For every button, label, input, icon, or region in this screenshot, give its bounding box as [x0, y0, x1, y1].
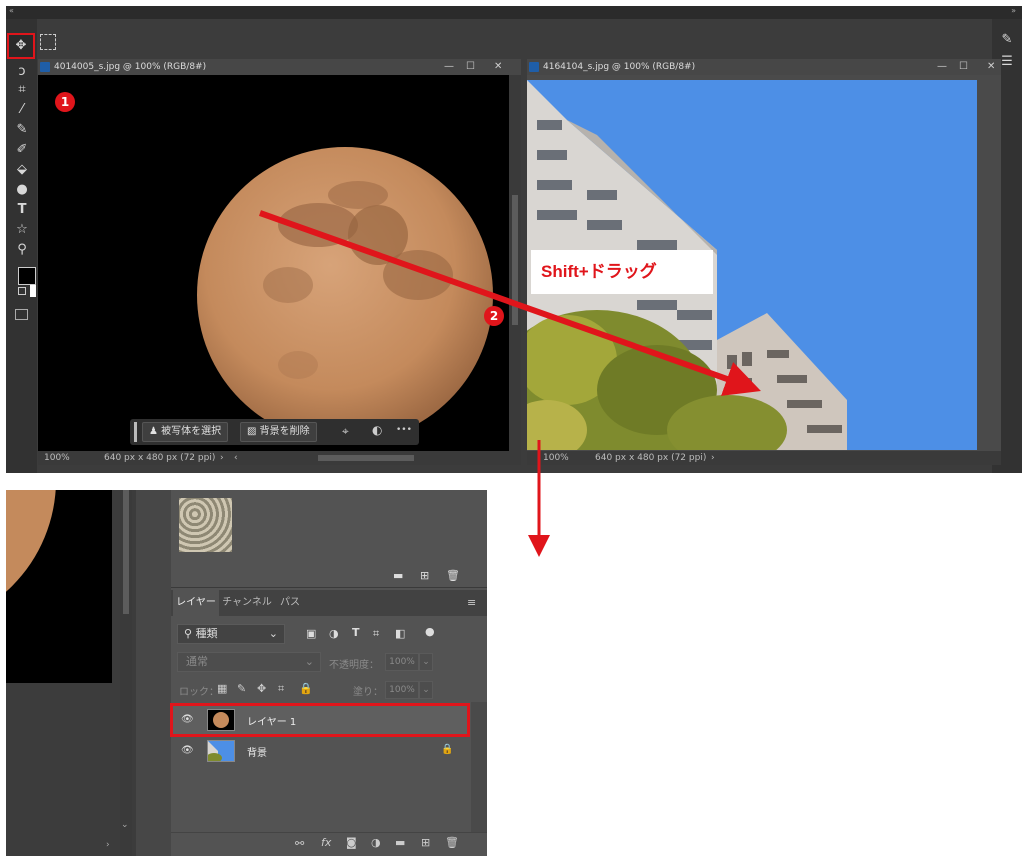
tab-channels[interactable]: チャンネル	[221, 590, 273, 616]
lock-position-icon[interactable]: ✥	[257, 682, 266, 695]
lock-transparent-icon[interactable]: ▦	[217, 682, 227, 695]
fill-input[interactable]: 100%	[385, 681, 419, 699]
filter-kind-dropdown[interactable]: ⚲ 種類 ⌄	[177, 624, 285, 644]
add-mask-icon[interactable]: ◙	[346, 836, 357, 849]
pattern-swatch[interactable]	[179, 498, 232, 552]
delete-layer-icon[interactable]: 🗑	[445, 836, 459, 849]
scroll-right-icon[interactable]: ›	[106, 840, 110, 850]
visibility-eye-icon[interactable]: 👁	[181, 745, 194, 757]
blend-mode-dropdown[interactable]: 通常 ⌄	[177, 652, 321, 672]
search-icon: ⚲	[184, 627, 196, 640]
layer-row-layer1[interactable]: 👁 レイヤー 1	[170, 703, 470, 737]
visibility-eye-icon[interactable]: 👁	[181, 714, 194, 726]
new-layer-icon[interactable]: ⊞	[421, 836, 430, 849]
background-thumbnail	[206, 740, 235, 763]
link-layers-icon[interactable]: ⚯	[295, 837, 304, 850]
new-pattern-icon[interactable]: ⊞	[420, 569, 429, 582]
tab-layers[interactable]: レイヤー	[173, 590, 219, 616]
layer-name[interactable]: 背景	[247, 744, 267, 759]
workspace-crop: ⌄ ›	[6, 490, 171, 856]
fx-icon[interactable]: fx	[321, 836, 331, 849]
chevron-down-icon: ⌄	[268, 627, 278, 640]
fill-dropdown-icon[interactable]: ⌄	[419, 681, 433, 699]
layer-name[interactable]: レイヤー 1	[247, 713, 296, 728]
layers-tabbar: レイヤー チャンネル パス ≡	[171, 590, 487, 616]
lock-artboard-icon[interactable]: ⌗	[278, 682, 284, 696]
opacity-label: 不透明度：	[329, 660, 379, 671]
filter-shape-icon[interactable]: ⌗	[373, 627, 379, 641]
filter-type-icon[interactable]: T	[352, 626, 360, 639]
filter-smart-object-icon[interactable]: ◧	[395, 627, 405, 640]
down-arrow-head	[528, 535, 550, 557]
layers-scrollbar[interactable]	[471, 702, 487, 832]
filter-adjustment-icon[interactable]: ◑	[329, 627, 339, 640]
opacity-input[interactable]: 100%	[385, 653, 419, 671]
patterns-section	[171, 490, 487, 566]
patterns-footer: ▬ ⊞ 🗑	[171, 566, 487, 588]
panel-gutter	[136, 490, 171, 856]
tab-paths[interactable]: パス	[275, 590, 305, 616]
trash-icon[interactable]: 🗑	[446, 569, 460, 582]
adjustment-layer-icon[interactable]: ◑	[371, 836, 381, 849]
lock-label: ロック：	[179, 687, 219, 698]
layer-list: 👁 レイヤー 1 👁 背景 🔒	[170, 702, 471, 832]
drag-arrow	[258, 210, 761, 396]
filter-pixel-icon[interactable]: ▣	[306, 627, 316, 640]
lock-all-icon[interactable]: 🔒	[299, 682, 313, 695]
moon-canvas-crop	[6, 490, 112, 683]
panel-menu-icon[interactable]: ≡	[467, 596, 476, 609]
lock-icon: 🔒	[441, 744, 454, 755]
filter-toggle-icon[interactable]: ●	[425, 625, 435, 638]
opacity-dropdown-icon[interactable]: ⌄	[419, 653, 433, 671]
layer1-thumbnail	[207, 709, 235, 731]
chevron-down-icon: ⌄	[304, 655, 314, 668]
layers-footer: ⚯ fx ◙ ◑ ▬ ⊞ 🗑	[171, 832, 487, 856]
fill-label: 塗り：	[353, 687, 383, 698]
layers-panel-container: ▬ ⊞ 🗑 レイヤー チャンネル パス ≡ ⚲ 種類 ⌄ ▣ ◑ T ⌗ ◧ ●…	[170, 490, 487, 856]
lock-image-icon[interactable]: ✎	[237, 682, 246, 695]
canvas-vertical-scrollbar[interactable]: ⌄	[120, 490, 132, 856]
layer-row-background[interactable]: 👁 背景 🔒	[173, 737, 467, 765]
folder-icon[interactable]: ▬	[393, 569, 403, 582]
new-group-icon[interactable]: ▬	[395, 836, 405, 849]
